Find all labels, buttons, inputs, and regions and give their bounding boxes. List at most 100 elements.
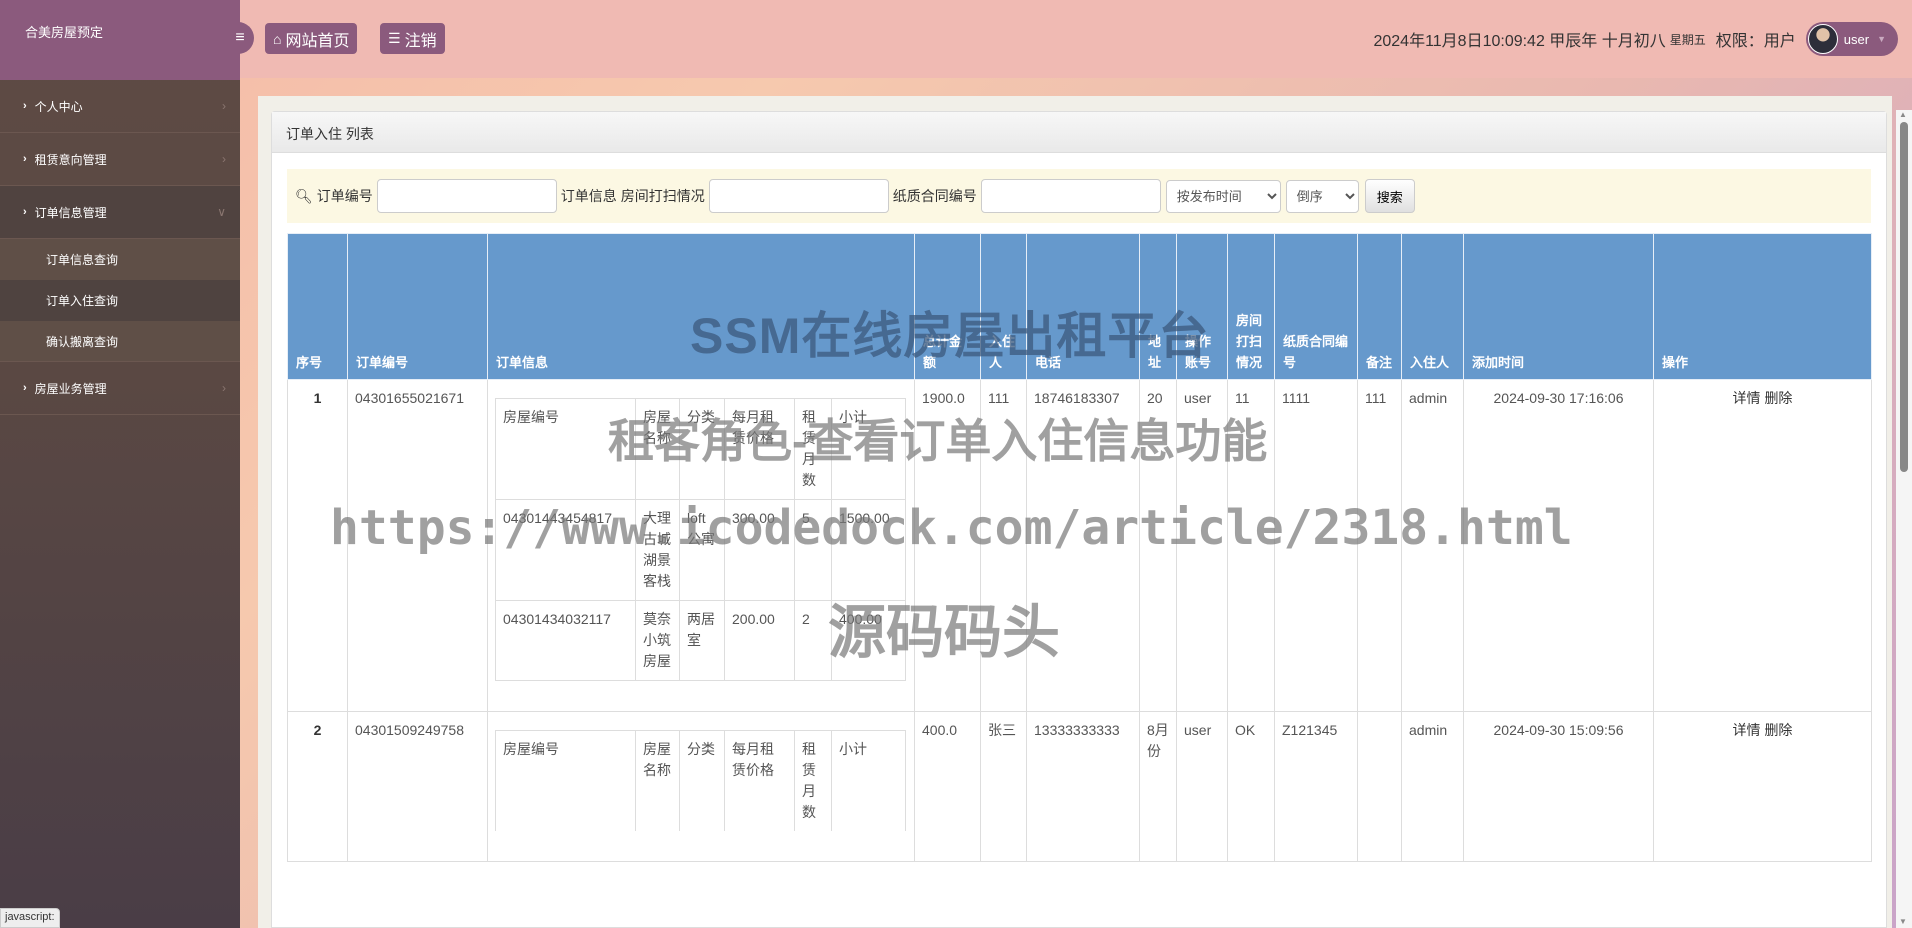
chevron-right-icon: › <box>23 206 27 218</box>
list-panel: 订单入住 列表 🔍︎ 订单编号 订单信息 房间打扫情况 纸质合同编号 按发布时间… <box>271 111 1887 928</box>
col-header[interactable]: 订单信息 <box>487 233 915 380</box>
col-header[interactable]: 电话 <box>1026 233 1140 380</box>
order-no-input[interactable] <box>376 179 557 213</box>
cell-actions: 详情 删除 <box>1653 379 1872 712</box>
inner-row: 04301434032117 莫奈小筑房屋 两居室 200.00 2 400.0… <box>495 600 906 681</box>
cell-address: 20 <box>1139 379 1177 712</box>
cell-total: 1900.0 <box>914 379 981 712</box>
col-header[interactable]: 地址 <box>1139 233 1177 380</box>
sidebar-item-label: 租赁意向管理 <box>34 152 107 167</box>
order-no-label: 订单编号 <box>316 188 373 204</box>
orders-table-wrap: 序号 订单编号 订单信息 总计金额 入住人 电话 地址 操作账号 房间打扫情况 … <box>287 233 1872 862</box>
table-row: 1 04301655021671 房屋编号 房屋名称 分类 每月租赁价格 租赁月… <box>287 379 1872 712</box>
chevron-right-icon: › <box>23 100 27 112</box>
sidebar-subitem-order-query[interactable]: 订单信息查询 <box>0 239 240 280</box>
cell-category: 两居室 <box>679 600 725 681</box>
inner-col-header: 小计 <box>831 730 906 831</box>
cell-house-name: 大理古城湖景客栈 <box>635 499 680 601</box>
cell-phone: 13333333333 <box>1026 711 1140 862</box>
contract-no-input[interactable] <box>980 179 1161 213</box>
contract-no-label: 纸质合同编号 <box>892 188 977 204</box>
inner-header-row: 房屋编号 房屋名称 分类 每月租赁价格 租赁月数 小计 <box>495 398 906 500</box>
col-header[interactable]: 入住人 <box>980 233 1027 380</box>
order-info-label: 订单信息 <box>560 188 617 204</box>
cell-checkin-by: admin <box>1401 711 1464 862</box>
cell-months: 5 <box>794 499 832 601</box>
cell-contract: 1111 <box>1274 379 1358 712</box>
cell-remark <box>1357 711 1402 862</box>
cell-total: 400.0 <box>914 711 981 862</box>
col-header[interactable]: 房间打扫情况 <box>1227 233 1275 380</box>
clean-status-input[interactable] <box>708 179 889 213</box>
user-menu[interactable]: user ▼ <box>1805 22 1898 56</box>
scrollbar-thumb[interactable] <box>1900 122 1908 472</box>
col-header[interactable]: 操作账号 <box>1176 233 1228 380</box>
inner-col-header: 每月租赁价格 <box>724 730 795 831</box>
sidebar-item-personal-center[interactable]: › 个人中心 › <box>0 80 240 133</box>
cell-price: 200.00 <box>724 600 795 681</box>
col-header[interactable]: 备注 <box>1357 233 1402 380</box>
cell-subtotal: 400.00 <box>831 600 906 681</box>
col-header[interactable]: 入住人 <box>1401 233 1464 380</box>
username: user <box>1843 31 1870 47</box>
menu-icon: ≡ <box>235 29 245 46</box>
weekday-text: 星期五 <box>1669 32 1706 47</box>
cell-remark: 111 <box>1357 379 1402 712</box>
sidebar-item-order-management[interactable]: › 订单信息管理 ∨ <box>0 186 240 239</box>
permission-text: 权限：用户 <box>1715 33 1796 50</box>
col-header[interactable]: 序号 <box>287 233 348 380</box>
scroll-down-arrow-icon[interactable]: ▼ <box>1899 917 1907 926</box>
cell-actions: 详情 删除 <box>1653 711 1872 862</box>
sort-order-select[interactable]: 倒序 <box>1285 179 1359 213</box>
delete-link[interactable]: 删除 <box>1764 390 1792 406</box>
sidebar-subitem-moveout-query[interactable]: 确认搬离查询 <box>0 321 240 362</box>
cell-phone: 18746183307 <box>1026 379 1140 712</box>
cell-price: 300.00 <box>724 499 795 601</box>
search-button[interactable]: 搜索 <box>1364 179 1415 213</box>
sort-field-select[interactable]: 按发布时间 <box>1165 179 1281 213</box>
col-header[interactable]: 总计金额 <box>914 233 981 380</box>
col-header[interactable]: 纸质合同编号 <box>1274 233 1358 380</box>
delete-link[interactable]: 删除 <box>1764 722 1792 738</box>
cell-house-name: 莫奈小筑房屋 <box>635 600 680 681</box>
cell-order-no: 04301509249758 <box>347 711 488 862</box>
sidebar-item-label: 房屋业务管理 <box>34 381 107 396</box>
chevron-down-icon: ∨ <box>217 205 226 219</box>
cell-checkin-by: admin <box>1401 379 1464 712</box>
sidebar-item-rental-intent[interactable]: › 租赁意向管理 › <box>0 133 240 186</box>
inner-col-header: 分类 <box>679 398 725 500</box>
sidebar-subitem-checkin-query[interactable]: 订单入住查询 <box>0 280 240 321</box>
cell-category: loft公寓 <box>679 499 725 601</box>
cell-index: 2 <box>287 711 348 862</box>
scroll-up-arrow-icon[interactable]: ▲ <box>1899 110 1907 119</box>
inner-col-header: 每月租赁价格 <box>724 398 795 500</box>
chevron-right-icon: › <box>23 382 27 394</box>
cell-contract: Z121345 <box>1274 711 1358 862</box>
logout-button[interactable]: ☰ 注销 <box>380 23 445 54</box>
cell-added-time: 2024-09-30 15:09:56 <box>1463 711 1654 862</box>
logout-button-label: 注销 <box>404 32 437 50</box>
brand-title: 合美房屋预定 <box>0 0 240 80</box>
menu-icon: ☰ <box>388 30 401 46</box>
detail-link[interactable]: 详情 <box>1733 722 1761 738</box>
page-scrollbar[interactable]: ▲ ▼ <box>1896 110 1912 928</box>
inner-col-header: 房屋名称 <box>635 730 680 831</box>
inner-col-header: 房屋名称 <box>635 398 680 500</box>
home-button[interactable]: ⌂ 网站首页 <box>265 23 358 54</box>
cell-index: 1 <box>287 379 348 712</box>
sidebar-item-label: 个人中心 <box>34 99 83 114</box>
col-header[interactable]: 操作 <box>1653 233 1872 380</box>
arrow-right-icon: › <box>222 152 226 166</box>
inner-col-header: 租赁月数 <box>794 398 832 500</box>
cell-order-no: 04301655021671 <box>347 379 488 712</box>
detail-link[interactable]: 详情 <box>1733 390 1761 406</box>
col-header[interactable]: 添加时间 <box>1463 233 1654 380</box>
cell-clean: OK <box>1227 711 1275 862</box>
search-form: 🔍︎ 订单编号 订单信息 房间打扫情况 纸质合同编号 按发布时间 倒序 搜索 <box>287 169 1871 223</box>
cell-account: user <box>1176 379 1228 712</box>
inner-col-header: 租赁月数 <box>794 730 832 831</box>
order-items-table: 房屋编号 房屋名称 分类 每月租赁价格 租赁月数 小计 043014434548… <box>495 398 906 681</box>
col-header[interactable]: 订单编号 <box>347 233 488 380</box>
sidebar-item-house-business[interactable]: › 房屋业务管理 › <box>0 362 240 415</box>
inner-header-row: 房屋编号 房屋名称 分类 每月租赁价格 租赁月数 小计 <box>495 730 906 831</box>
